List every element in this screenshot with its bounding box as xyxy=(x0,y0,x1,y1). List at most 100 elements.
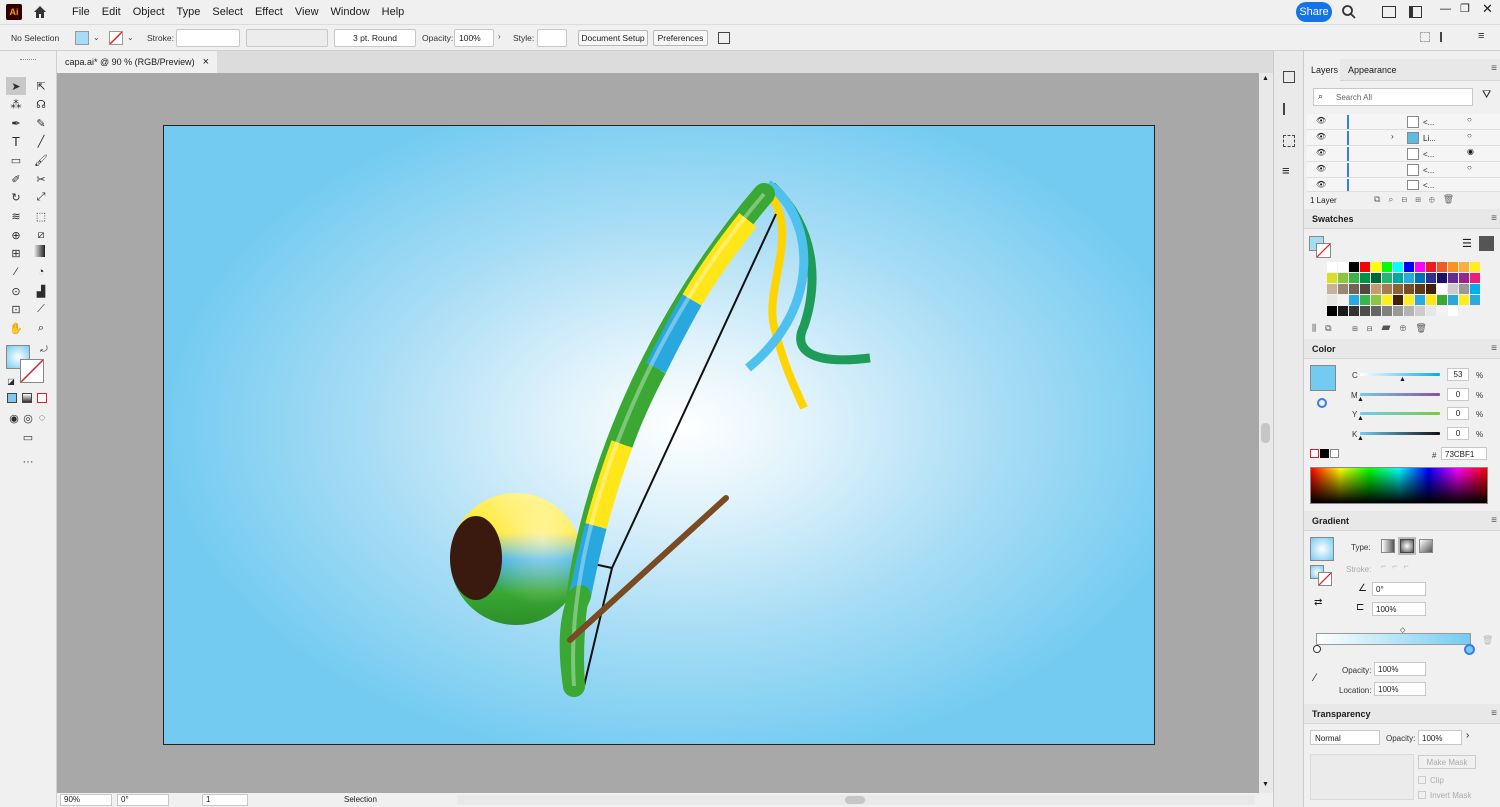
black-swatch[interactable] xyxy=(1320,449,1329,458)
layer-row[interactable]: 👁 <... ○ xyxy=(1307,114,1500,130)
swatch[interactable] xyxy=(1470,262,1480,272)
swatch[interactable] xyxy=(1404,273,1414,283)
layer-row[interactable]: 👁 <... ◉ xyxy=(1307,146,1500,162)
transform-panel-icon[interactable] xyxy=(1283,135,1295,147)
gradient-opacity-input[interactable]: 100% xyxy=(1374,662,1426,676)
color-spectrum[interactable] xyxy=(1310,467,1488,504)
swatch[interactable] xyxy=(1349,306,1359,316)
slider-thumb-icon[interactable]: ▲ xyxy=(1357,396,1364,403)
swatch[interactable] xyxy=(1437,295,1447,305)
transparency-opacity-input[interactable]: 100% xyxy=(1418,730,1462,745)
magic-wand-tool-icon[interactable]: ⁂ xyxy=(8,96,24,112)
properties-icon[interactable] xyxy=(1283,71,1295,83)
cyan-value-input[interactable]: 53 xyxy=(1447,368,1469,381)
eye-icon[interactable]: 👁 xyxy=(1316,116,1326,125)
angle-input[interactable]: 0° xyxy=(1372,582,1426,596)
swatch[interactable] xyxy=(1338,273,1348,283)
hand-tool-icon[interactable]: ✋ xyxy=(8,320,24,336)
swatch[interactable] xyxy=(1459,262,1469,272)
chevron-down-icon[interactable]: ⌄ xyxy=(93,33,100,42)
list-view-icon[interactable]: ☰ xyxy=(1462,237,1472,250)
linear-gradient-button[interactable] xyxy=(1381,539,1395,553)
gradient-mode-icon[interactable] xyxy=(22,393,32,403)
swatch[interactable] xyxy=(1338,295,1348,305)
panel-menu-icon[interactable]: ≡ xyxy=(1491,708,1497,719)
tab-appearance[interactable]: Appearance xyxy=(1348,65,1397,75)
swatch[interactable] xyxy=(1393,284,1403,294)
fill-swatch[interactable] xyxy=(75,31,89,45)
close-window-icon[interactable]: ✕ xyxy=(1482,1,1493,17)
eye-icon[interactable]: 👁 xyxy=(1316,132,1326,141)
layer-row[interactable]: 👁 <... ○ xyxy=(1307,162,1500,178)
menu-edit[interactable]: Edit xyxy=(96,6,127,18)
paintbrush-tool-icon[interactable]: 🖌 xyxy=(33,152,49,168)
clip-checkbox[interactable] xyxy=(1418,776,1426,784)
menu-file[interactable]: File xyxy=(66,6,96,18)
menu-type[interactable]: Type xyxy=(171,6,207,18)
arrange-documents-icon[interactable] xyxy=(1409,6,1422,18)
rotation-select[interactable]: 0° xyxy=(117,794,169,806)
swatch[interactable] xyxy=(1448,284,1458,294)
menu-help[interactable]: Help xyxy=(376,6,411,18)
swatch[interactable] xyxy=(1404,295,1414,305)
share-button[interactable]: Share xyxy=(1296,2,1332,22)
lasso-tool-icon[interactable]: ☊ xyxy=(33,96,49,112)
swatch[interactable] xyxy=(1327,284,1337,294)
reverse-gradient-icon[interactable]: ⇄ xyxy=(1314,597,1322,608)
swatch[interactable] xyxy=(1426,306,1436,316)
swatch[interactable] xyxy=(1382,273,1392,283)
color-fill-preview[interactable] xyxy=(1310,365,1336,391)
zoom-tool-icon[interactable]: ⌕ xyxy=(33,320,49,336)
swatch[interactable] xyxy=(1360,295,1370,305)
swatch[interactable] xyxy=(1371,284,1381,294)
swatch[interactable] xyxy=(1426,262,1436,272)
screen-mode-icon[interactable]: ▭ xyxy=(20,429,36,445)
color-stroke-preview[interactable] xyxy=(1317,398,1327,408)
swatch[interactable] xyxy=(1360,273,1370,283)
magenta-slider[interactable] xyxy=(1360,393,1440,396)
scroll-up-icon[interactable]: ▲ xyxy=(1262,75,1269,82)
swatch[interactable] xyxy=(1415,273,1425,283)
menu-window[interactable]: Window xyxy=(325,6,376,18)
swatches-footer-icons[interactable]: ⫼⧉ ⊞⊟▰⊕🗑 xyxy=(1312,323,1436,334)
swatch[interactable] xyxy=(1371,262,1381,272)
search-icon[interactable] xyxy=(1341,4,1357,23)
scale-tool-icon[interactable]: ⤢ xyxy=(33,189,49,205)
yellow-slider[interactable] xyxy=(1360,412,1440,415)
artboard[interactable] xyxy=(163,125,1155,745)
layer-row[interactable]: 👁 › Li... ○ xyxy=(1307,130,1500,146)
eyedropper-tool-icon[interactable]: ⁄ xyxy=(8,264,24,280)
swatch[interactable] xyxy=(1470,295,1480,305)
symbol-sprayer-tool-icon[interactable]: ⊙ xyxy=(8,283,24,299)
direct-selection-tool-icon[interactable]: ⇱ xyxy=(33,78,49,94)
filter-icon[interactable]: ⛛ xyxy=(1482,89,1491,102)
swatch[interactable] xyxy=(1393,262,1403,272)
menu-object[interactable]: Object xyxy=(127,6,171,18)
swatch[interactable] xyxy=(1382,306,1392,316)
scissors-tool-icon[interactable]: ✂ xyxy=(33,171,49,187)
none-swatch[interactable] xyxy=(1310,449,1319,458)
scroll-down-icon[interactable]: ▼ xyxy=(1262,781,1269,788)
swatch[interactable] xyxy=(1426,284,1436,294)
swatch[interactable] xyxy=(1459,306,1469,316)
swatch[interactable] xyxy=(1327,262,1337,272)
gradient-stop-right[interactable] xyxy=(1464,644,1475,655)
more-tools-icon[interactable]: ··· xyxy=(20,454,36,470)
swatch[interactable] xyxy=(1448,295,1458,305)
gradient-location-input[interactable]: 100% xyxy=(1374,682,1426,696)
stroke-weight-input[interactable] xyxy=(176,29,240,47)
gradient-stroke-none[interactable] xyxy=(1318,572,1332,586)
target-icon[interactable]: ◉ xyxy=(1467,147,1474,156)
shaper-tool-icon[interactable]: ✐ xyxy=(8,171,24,187)
target-icon[interactable]: ○ xyxy=(1467,131,1472,140)
close-icon[interactable]: × xyxy=(203,56,209,68)
swatch[interactable] xyxy=(1393,295,1403,305)
menu-lines-icon[interactable]: ≡ xyxy=(1282,163,1290,178)
swatch[interactable] xyxy=(1371,295,1381,305)
align-panel-icon[interactable] xyxy=(1283,103,1295,115)
eye-icon[interactable]: 👁 xyxy=(1316,164,1326,173)
restore-icon[interactable]: ❐ xyxy=(1460,2,1470,15)
none-mode-icon[interactable] xyxy=(37,393,47,403)
draw-inside-icon[interactable]: ◌ xyxy=(34,410,50,426)
color-mode-icon[interactable] xyxy=(7,393,17,403)
